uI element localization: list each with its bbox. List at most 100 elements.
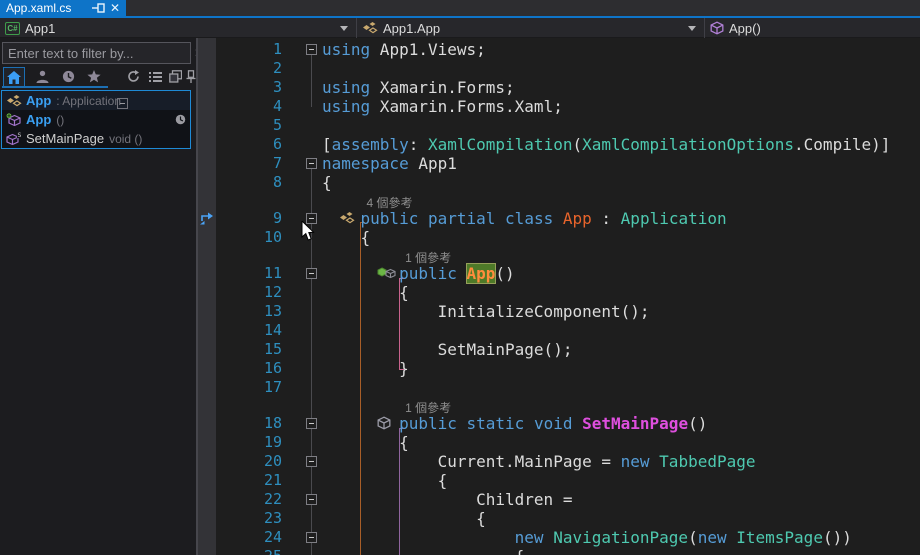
constructor-icon [6, 113, 22, 127]
tree-item-label: App [26, 93, 51, 108]
code-text: Children = [322, 490, 572, 509]
code-line: 22 Children = [198, 490, 920, 509]
code-line: 5 [198, 116, 920, 135]
refresh-button[interactable] [122, 67, 144, 86]
member-dropdown[interactable]: App() [705, 18, 920, 38]
home-icon [7, 71, 21, 84]
line-number: 9 [216, 209, 282, 228]
line-number: 12 [216, 283, 282, 302]
code-text: using Xamarin.Forms; [322, 78, 515, 97]
code-line: 8{ [198, 173, 920, 192]
line-number: 25 [216, 547, 282, 555]
chevron-down-icon[interactable] [688, 26, 696, 31]
code-text: [assembly: XamlCompilation(XamlCompilati… [322, 135, 890, 154]
code-text: { [322, 283, 409, 302]
project-name: App1 [25, 21, 55, 36]
code-text: using App1.Views; [322, 40, 486, 59]
tab-app-xaml-cs[interactable]: App.xaml.cs ✕ [0, 0, 126, 16]
code-line: 24 new NavigationPage(new ItemsPage()) [198, 528, 920, 547]
line-number: 8 [216, 173, 282, 192]
line-number: 24 [216, 528, 282, 547]
line-number: 18 [216, 414, 282, 433]
fold-toggle[interactable] [306, 456, 317, 467]
code-line: 15 SetMainPage(); [198, 340, 920, 359]
code-line: 18 public static void SetMainPage() [198, 414, 920, 433]
line-number: 21 [216, 471, 282, 490]
code-text: { [322, 547, 524, 555]
home-tab[interactable] [3, 67, 25, 86]
code-line: 25 { [198, 547, 920, 555]
class-icon [6, 94, 22, 108]
line-number: 19 [216, 433, 282, 452]
csharp-project-icon: C# [5, 22, 20, 35]
sort-list-button[interactable] [144, 67, 166, 86]
code-line: 1 using App1.Views; [198, 40, 920, 59]
mouse-cursor [301, 221, 315, 242]
filter-input[interactable] [3, 46, 189, 61]
code-text: { [322, 471, 447, 490]
line-number: 3 [216, 78, 282, 97]
codelens-row: 1 個參考 [198, 247, 920, 264]
tree-item-label: App [26, 112, 51, 127]
line-number: 17 [216, 378, 282, 397]
fold-toggle[interactable] [306, 418, 317, 429]
codelens-row: 1 個參考 [198, 397, 920, 414]
code-line: 2 [198, 59, 920, 78]
line-number: 2 [216, 59, 282, 78]
type-dropdown[interactable]: App1.App [357, 18, 705, 38]
members-tab[interactable] [31, 67, 53, 86]
code-lines: 1 using App1.Views; 23 using Xamarin.Forms;… [198, 38, 920, 555]
clock-icon [175, 113, 186, 128]
pin-icon[interactable] [92, 2, 105, 14]
line-number: 14 [216, 321, 282, 340]
line-number: 7 [216, 154, 282, 173]
inheritance-indicator-icon[interactable] [200, 211, 215, 226]
code-text: { [322, 173, 332, 192]
member-tree: App : Application App () [1, 90, 191, 149]
code-text: InitializeComponent(); [322, 302, 650, 321]
code-text: public static void SetMainPage() [322, 414, 707, 433]
close-icon[interactable]: ✕ [110, 2, 120, 14]
favorites-tab[interactable] [83, 67, 105, 86]
code-text: new NavigationPage(new ItemsPage()) [322, 528, 852, 547]
fold-toggle[interactable] [306, 44, 317, 55]
static-method-icon: S [6, 132, 22, 146]
fold-toggle[interactable] [306, 494, 317, 505]
class-icon [362, 21, 378, 35]
fold-toggle[interactable] [306, 268, 317, 279]
list-icon [149, 71, 162, 83]
history-tab[interactable] [57, 67, 79, 86]
line-number: 6 [216, 135, 282, 154]
line-number: 13 [216, 302, 282, 321]
chevron-down-icon[interactable] [340, 26, 348, 31]
fold-toggle[interactable] [306, 158, 317, 169]
tree-item-detail: void () [109, 132, 142, 146]
code-line: 7 namespace App1 [198, 154, 920, 173]
code-text: } [322, 359, 409, 378]
clock-icon [62, 70, 75, 83]
fold-toggle[interactable] [306, 532, 317, 543]
collapse-toggle[interactable] [117, 98, 128, 109]
code-line: 16 } [198, 359, 920, 378]
code-editor[interactable]: 1 using App1.Views; 23 using Xamarin.Forms;… [198, 38, 920, 555]
line-number: 1 [216, 40, 282, 59]
code-line: 4using Xamarin.Forms.Xaml; [198, 97, 920, 116]
line-number: 4 [216, 97, 282, 116]
person-icon [36, 70, 49, 83]
member-name: App() [729, 21, 761, 36]
type-name: App1.App [383, 21, 440, 36]
tree-item-constructor-app[interactable]: App () [2, 110, 190, 129]
code-text: namespace App1 [322, 154, 457, 173]
code-line: 19 { [198, 433, 920, 452]
code-line: 13 InitializeComponent(); [198, 302, 920, 321]
codelens-row: 4 個參考 [198, 192, 920, 209]
line-number: 20 [216, 452, 282, 471]
structure-sidebar: ✕ [0, 38, 196, 555]
code-line: 12 { [198, 283, 920, 302]
tree-item-class-app[interactable]: App : Application [2, 91, 190, 110]
code-line: 11 public App() [198, 264, 920, 283]
project-dropdown[interactable]: C# App1 [0, 18, 357, 38]
code-text: Current.MainPage = new TabbedPage [322, 452, 756, 471]
tree-item-setmainpage[interactable]: S SetMainPage void () [2, 129, 190, 148]
line-number: 16 [216, 359, 282, 378]
